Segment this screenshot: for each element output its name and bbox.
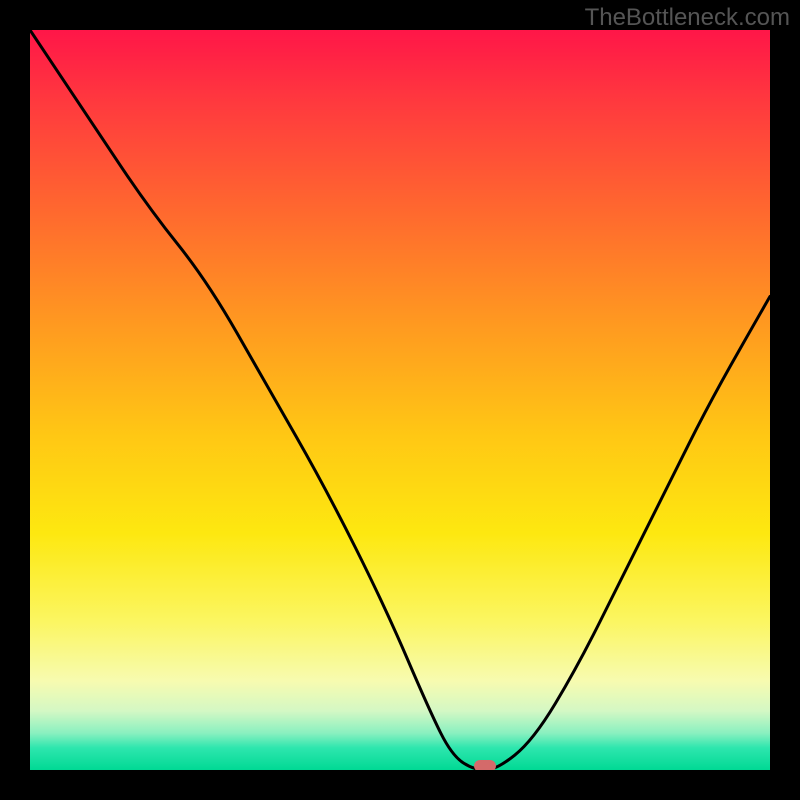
plot-area	[30, 30, 770, 770]
watermark-text: TheBottleneck.com	[585, 4, 790, 32]
bottleneck-curve	[30, 30, 770, 770]
optimal-marker	[474, 760, 496, 770]
